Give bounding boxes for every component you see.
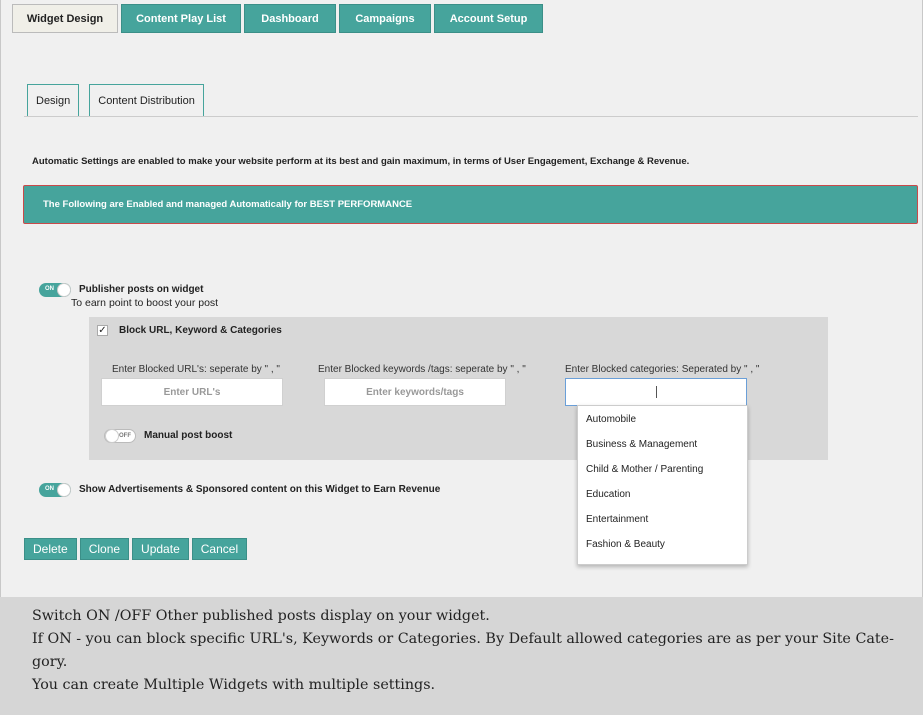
- update-button[interactable]: Update: [132, 538, 189, 560]
- category-field-label: Enter Blocked categories: Seperated by "…: [565, 364, 760, 375]
- text-caret: [655, 386, 657, 398]
- blocked-url-input[interactable]: [101, 378, 283, 406]
- dropdown-option-automobile[interactable]: Automobile: [586, 414, 636, 425]
- delete-button[interactable]: Delete: [24, 538, 77, 560]
- sub-tab-bar: Design Content Distribution: [27, 84, 204, 116]
- caption-band: Switch ON /OFF Other published posts dis…: [0, 597, 923, 715]
- manual-boost-toggle[interactable]: OFF: [104, 429, 136, 443]
- caption-line-1: Switch ON /OFF Other published posts dis…: [32, 608, 490, 624]
- publisher-posts-toggle[interactable]: ON: [39, 283, 71, 297]
- tab-divider: [24, 116, 918, 117]
- keyword-field-label: Enter Blocked keywords /tags: seperate b…: [318, 364, 526, 375]
- toggle-state-label: ON: [45, 286, 54, 292]
- tab-dashboard[interactable]: Dashboard: [244, 4, 336, 33]
- toggle-knob: [105, 429, 119, 443]
- cancel-button[interactable]: Cancel: [191, 538, 248, 560]
- tab-content-play-list[interactable]: Content Play List: [121, 4, 241, 33]
- banner-text: The Following are Enabled and managed Au…: [43, 199, 413, 210]
- tab-design[interactable]: Design: [27, 84, 80, 116]
- tab-widget-design[interactable]: Widget Design: [12, 4, 118, 33]
- performance-banner: The Following are Enabled and managed Au…: [23, 185, 918, 224]
- tab-campaigns[interactable]: Campaigns: [339, 4, 431, 33]
- publisher-posts-subtext: To earn point to boost your post: [71, 297, 219, 309]
- dropdown-option-education[interactable]: Education: [586, 489, 630, 500]
- toggle-state-label: ON: [45, 486, 54, 492]
- block-checkbox[interactable]: ✓: [97, 325, 108, 336]
- url-field-label: Enter Blocked URL's: seperate by " , ": [112, 364, 280, 375]
- intro-text: Automatic Settings are enabled to make y…: [32, 156, 690, 167]
- action-buttons: Delete Clone Update Cancel: [24, 538, 248, 560]
- block-checkbox-label: Block URL, Keyword & Categories: [119, 325, 282, 336]
- dropdown-option-fashion[interactable]: Fashion & Beauty: [586, 539, 665, 550]
- blocked-categories-input[interactable]: [565, 378, 747, 406]
- top-tab-bar: Widget Design Content Play List Dashboar…: [12, 4, 543, 33]
- manual-boost-label: Manual post boost: [144, 430, 233, 441]
- dropdown-option-entertainment[interactable]: Entertainment: [586, 514, 648, 525]
- toggle-state-label: OFF: [119, 433, 131, 439]
- caption-line-2: If ON - you can block specific URL's, Ke…: [32, 631, 894, 647]
- caption-line-4: You can create Multiple Widgets with mul…: [32, 677, 436, 693]
- dropdown-option-business[interactable]: Business & Management: [586, 439, 697, 450]
- dropdown-option-parenting[interactable]: Child & Mother / Parenting: [586, 464, 703, 475]
- tab-account-setup[interactable]: Account Setup: [434, 4, 543, 33]
- caption-line-3: gory.: [32, 654, 68, 670]
- toggle-knob: [57, 483, 71, 497]
- blocked-keywords-input[interactable]: [324, 378, 506, 406]
- ads-toggle[interactable]: ON: [39, 483, 71, 497]
- category-dropdown: Automobile Business & Management Child &…: [577, 405, 748, 565]
- toggle-knob: [57, 283, 71, 297]
- clone-button[interactable]: Clone: [79, 538, 130, 560]
- publisher-posts-label: Publisher posts on widget: [79, 284, 204, 295]
- ads-toggle-label: Show Advertisements & Sponsored content …: [79, 484, 441, 495]
- tab-content-distribution[interactable]: Content Distribution: [89, 84, 204, 116]
- page-border-left: [0, 0, 1, 597]
